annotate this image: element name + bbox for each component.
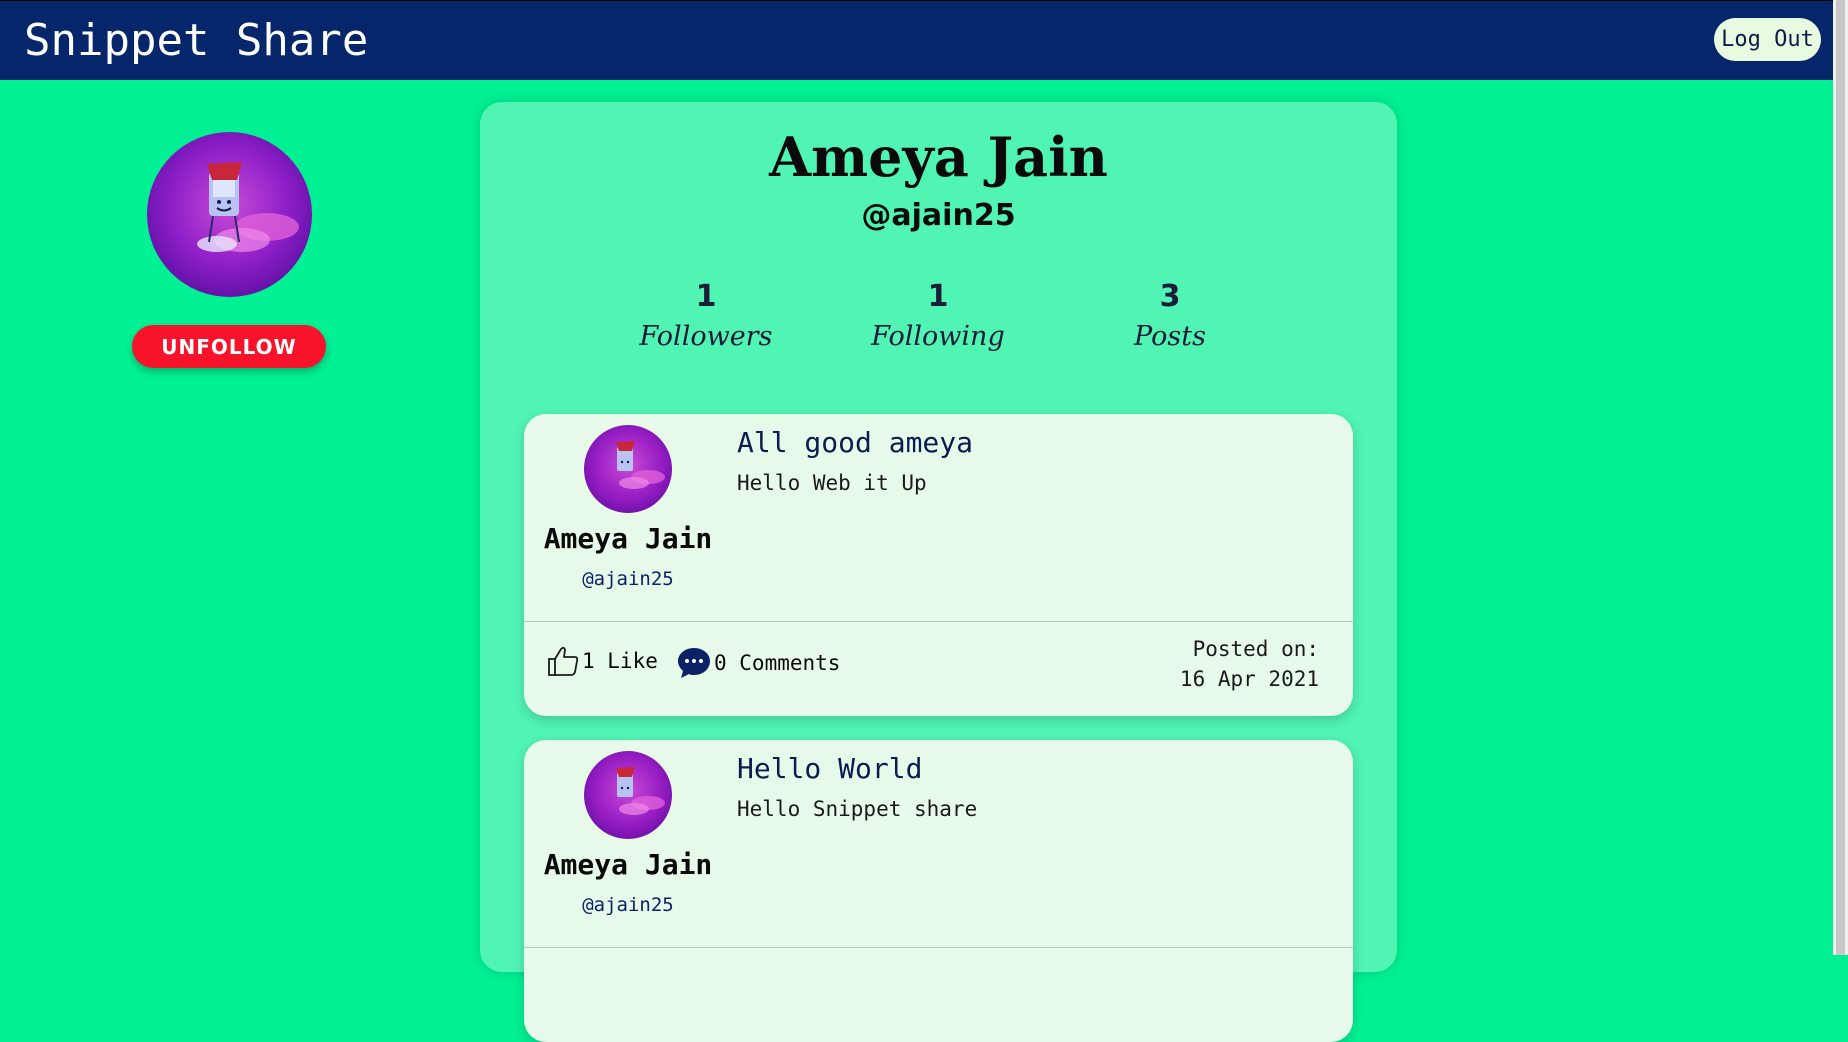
app-title[interactable]: Snippet Share	[24, 15, 368, 67]
post-author-avatar[interactable]	[584, 425, 672, 513]
profile-handle: @ajain25	[861, 198, 1016, 233]
like-count: 1 Like	[582, 649, 658, 673]
post-author-name[interactable]: Ameya Jain	[524, 848, 732, 881]
profile-name: Ameya Jain	[769, 125, 1108, 189]
post-author-name[interactable]: Ameya Jain	[524, 522, 732, 555]
post-author-avatar[interactable]	[584, 751, 672, 839]
profile-photo-icon	[584, 425, 672, 513]
like-button[interactable]: 1 Like	[546, 642, 658, 680]
posted-on-label: Posted on:	[1192, 637, 1319, 661]
post-body: Hello Snippet share	[737, 797, 978, 821]
post-title: Hello World	[737, 752, 923, 785]
unfollow-button[interactable]: UNFOLLOW	[132, 325, 326, 368]
stat-posts[interactable]: 3 Posts	[1070, 277, 1270, 357]
post-divider	[524, 947, 1353, 948]
stat-posts-count: 3	[1159, 279, 1181, 314]
top-navbar: Snippet Share Log Out	[0, 0, 1833, 80]
posted-on-date: 16 Apr 2021	[1179, 667, 1319, 691]
profile-avatar	[147, 132, 312, 297]
stat-following-count: 1	[927, 279, 949, 314]
comment-bubble-icon	[678, 648, 710, 678]
post-title: All good ameya	[737, 426, 974, 459]
post-author-handle[interactable]: @ajain25	[524, 894, 732, 916]
stat-following[interactable]: 1 Following	[838, 277, 1038, 357]
comment-count: 0 Comments	[714, 651, 841, 675]
logout-button[interactable]: Log Out	[1714, 18, 1821, 61]
stat-followers-label: Followers	[639, 321, 773, 352]
post-body: Hello Web it Up	[737, 471, 927, 495]
profile-card: Ameya Jain @ajain25 1 Followers 1 Follow…	[480, 102, 1397, 1042]
stat-followers[interactable]: 1 Followers	[606, 277, 806, 357]
profile-photo-icon	[584, 751, 672, 839]
stat-followers-count: 1	[695, 279, 717, 314]
thumbs-up-icon	[548, 646, 579, 676]
post-card[interactable]: Ameya Jain @ajain25 Hello World Hello Sn…	[524, 740, 1353, 1042]
stat-posts-label: Posts	[1134, 321, 1206, 352]
scrollbar-thumb[interactable]	[1836, 0, 1845, 955]
posted-on: Posted on: 16 Apr 2021	[1180, 634, 1319, 694]
post-divider	[524, 621, 1353, 622]
profile-photo-icon	[147, 132, 312, 297]
stat-following-label: Following	[871, 321, 1005, 352]
comments-button[interactable]: 0 Comments	[676, 644, 840, 682]
post-author-handle[interactable]: @ajain25	[524, 568, 732, 590]
post-card[interactable]: Ameya Jain @ajain25 All good ameya Hello…	[524, 414, 1353, 716]
